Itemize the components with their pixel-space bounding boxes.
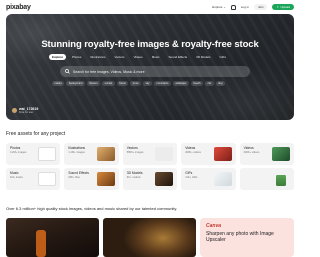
join-button[interactable]: Join (253, 4, 268, 10)
asset-thumbnail (96, 147, 115, 161)
canva-ad-card[interactable]: Canva Sharpen any photo with Image Upsca… (200, 218, 294, 257)
ad-headline: Sharpen any photo with Image Upscaler (206, 231, 274, 244)
credit-text: wal_172619 Free for use (19, 107, 38, 114)
trending-tags: nature background flowers sunset forest … (52, 81, 225, 86)
asset-thumbnail (272, 147, 290, 161)
credit-subtitle: Free for use (19, 111, 33, 114)
asset-thumbnail (38, 147, 57, 161)
tab-gifs[interactable]: GIFs (217, 54, 230, 60)
tab-3d-models[interactable]: 3D Models (193, 54, 213, 60)
asset-card-videos[interactable]: Videos 200K+ videos (181, 143, 236, 165)
bell-icon[interactable] (230, 4, 236, 10)
asset-card-photos[interactable]: Photos 4.2M+ images (6, 143, 61, 165)
asset-thumbnail (155, 172, 174, 186)
explore-menu[interactable]: Explore ⌄ (212, 5, 226, 9)
search-bar[interactable]: Search for free Images, Videos, Music & … (60, 66, 250, 77)
asset-card-vectors[interactable]: Vectors 580K+ images (122, 143, 178, 165)
search-icon (65, 69, 70, 74)
avatar (12, 108, 17, 113)
tag-chip[interactable]: cat (205, 81, 214, 86)
asset-card-illustrations[interactable]: Illustrations 1.1M+ images (64, 143, 119, 165)
tag-chip[interactable]: nature (52, 81, 65, 86)
asset-card-sound-effects[interactable]: Sound Effects 90K+ files (64, 168, 119, 190)
tag-chip[interactable]: sky (143, 81, 152, 86)
nav-actions: Explore ⌄ Log in Join ⇧ Upload (212, 4, 294, 10)
tag-chip[interactable]: mountains (153, 81, 171, 86)
upload-button[interactable]: ⇧ Upload (272, 4, 294, 10)
tag-chip[interactable]: trees (130, 81, 142, 86)
asset-thumbnail (276, 172, 286, 186)
tag-chip[interactable]: beach (191, 81, 204, 86)
hero-banner: Stunning royalty-free images & royalty-f… (6, 14, 294, 120)
tag-chip[interactable]: flowers (86, 81, 101, 86)
asset-card-music[interactable]: Music 1M+ tracks (6, 168, 61, 190)
tag-chip[interactable]: forest (116, 81, 129, 86)
upload-icon: ⇧ (276, 5, 279, 9)
section-title: Free assets for any project (6, 131, 66, 137)
tab-music[interactable]: Music (149, 54, 163, 60)
hero-credit[interactable]: wal_172619 Free for use (12, 107, 38, 114)
hero-title: Stunning royalty-free images & royalty-f… (41, 39, 259, 50)
tab-vectors[interactable]: Vectors (112, 54, 128, 60)
asset-thumbnail (213, 147, 232, 161)
asset-grid: Photos 4.2M+ images Illustrations 1.1M+ … (6, 143, 294, 190)
tag-chip[interactable]: dog (215, 81, 225, 86)
asset-thumbnail (155, 147, 174, 161)
gallery-image[interactable] (6, 218, 99, 257)
asset-thumbnail (213, 172, 232, 186)
asset-card-gifs[interactable]: GIFs 11K+ GIFs (181, 168, 236, 190)
tab-illustrations[interactable]: Illustrations (87, 54, 108, 60)
asset-card-videos-2[interactable]: Videos 200K+ videos (239, 143, 294, 165)
asset-thumbnail (38, 172, 57, 186)
asset-card-3d-models[interactable]: 3D Models 6K+ models (122, 168, 178, 190)
upload-label: Upload (280, 5, 290, 9)
tab-photos[interactable]: Photos (69, 54, 84, 60)
login-link[interactable]: Log in (241, 5, 249, 9)
tab-explore[interactable]: Explore (49, 54, 67, 60)
asset-thumbnail (96, 172, 115, 186)
community-text: Over 6.3 million+ high quality stock ima… (6, 206, 178, 211)
search-input[interactable]: Search for free Images, Videos, Music & … (73, 70, 145, 74)
asset-card-cactus[interactable] (239, 168, 294, 190)
top-navigation: pixabay Explore ⌄ Log in Join ⇧ Upload (0, 0, 300, 14)
tag-chip[interactable]: sunset (102, 81, 115, 86)
gallery-image[interactable] (103, 218, 196, 257)
media-tabs: Explore Photos Illustrations Vectors Vid… (49, 54, 229, 60)
pixabay-logo[interactable]: pixabay (6, 4, 31, 11)
tag-chip[interactable]: background (66, 81, 85, 86)
tag-chip[interactable]: wallpaper (172, 81, 190, 86)
tab-sound-effects[interactable]: Sound Effects (166, 54, 191, 60)
canva-logo: Canva (206, 223, 222, 229)
tab-videos[interactable]: Videos (131, 54, 146, 60)
